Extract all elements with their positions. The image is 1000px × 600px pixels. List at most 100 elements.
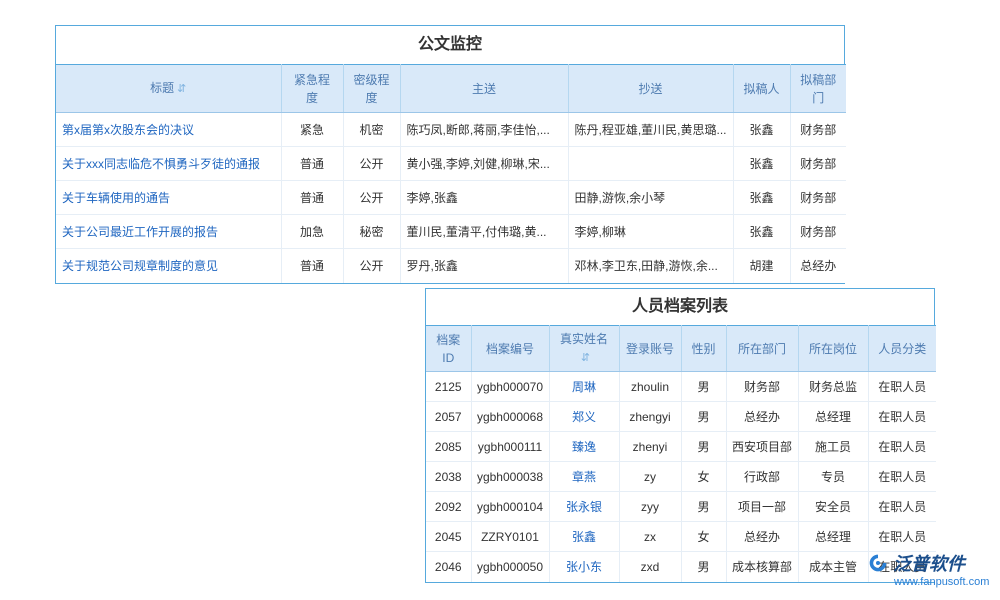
personnel-table-row: 2038 ygbh000038 章燕 zy 女 行政部 专员 在职人员 [426,462,936,492]
personnel-department-cell: 成本核算部 [726,552,798,582]
doc-main-send-cell: 陈巧凤,断郎,蒋丽,李佳怡,... [400,113,568,147]
doc-dept-cell: 财务部 [790,181,846,215]
doc-security-cell: 机密 [343,113,400,147]
personnel-name-link[interactable]: 臻逸 [549,432,619,462]
doc-urgency-cell: 普通 [281,147,343,181]
personnel-id-cell: 2046 [426,552,471,582]
personnel-category-cell: 在职人员 [868,462,936,492]
doc-drafter-cell: 张鑫 [733,113,790,147]
doc-urgency-cell: 普通 [281,249,343,283]
doc-drafter-cell: 张鑫 [733,181,790,215]
personnel-table-row: 2092 ygbh000104 张永银 zyy 男 项目一部 安全员 在职人员 [426,492,936,522]
personnel-table-row: 2057 ygbh000068 郑义 zhengyi 男 总经办 总经理 在职人… [426,402,936,432]
doc-title-link[interactable]: 关于xxx同志临危不惧勇斗歹徒的通报 [56,147,281,181]
personnel-id-cell: 2125 [426,372,471,402]
personnel-account-cell: zy [619,462,681,492]
doc-table: 标题⇵ 紧急程度 密级程度 主送 抄送 拟稿人 拟稿部门 第x届第x次股东会的决… [56,64,846,283]
personnel-table-row: 2046 ygbh000050 张小东 zxd 男 成本核算部 成本主管 在职人… [426,552,936,582]
personnel-category-cell: 在职人员 [868,402,936,432]
personnel-name-link[interactable]: 章燕 [549,462,619,492]
brand-name: 泛普软件 [893,550,965,576]
doc-urgency-cell: 普通 [281,181,343,215]
doc-drafter-cell: 胡建 [733,249,790,283]
doc-monitor-panel: 公文监控 标题⇵ 紧急程度 密级程度 主送 抄送 拟稿人 拟稿部门 [55,25,845,284]
personnel-table: 档案ID 档案编号 真实姓名⇵ 登录账号 性别 所在部门 所在岗位 人员分类 2… [426,325,936,582]
doc-col-security: 密级程度 [343,65,400,113]
doc-col-title[interactable]: 标题⇵ [56,65,281,113]
doc-col-drafter: 拟稿人 [733,65,790,113]
sort-icon[interactable]: ⇵ [177,83,186,95]
personnel-gender-cell: 女 [681,522,726,552]
doc-drafter-cell: 张鑫 [733,215,790,249]
personnel-col-id: 档案ID [426,326,471,372]
doc-security-cell: 公开 [343,249,400,283]
personnel-panel-title: 人员档案列表 [426,289,934,325]
personnel-table-row: 2045 ZZRY0101 张鑫 zx 女 总经办 总经理 在职人员 [426,522,936,552]
doc-title-link[interactable]: 关于规范公司规章制度的意见 [56,249,281,283]
doc-table-row: 关于公司最近工作开展的报告 加急 秘密 董川民,董清平,付伟璐,黄... 李婷,… [56,215,846,249]
personnel-code-cell: ygbh000104 [471,492,549,522]
personnel-name-link[interactable]: 张永银 [549,492,619,522]
doc-table-row: 关于xxx同志临危不惧勇斗歹徒的通报 普通 公开 黄小强,李婷,刘健,柳琳,宋.… [56,147,846,181]
sort-icon[interactable]: ⇵ [581,352,590,364]
doc-dept-cell: 财务部 [790,215,846,249]
personnel-name-link[interactable]: 张小东 [549,552,619,582]
page-canvas: 公文监控 标题⇵ 紧急程度 密级程度 主送 抄送 拟稿人 拟稿部门 [0,0,1000,600]
doc-dept-cell: 总经办 [790,249,846,283]
personnel-department-cell: 行政部 [726,462,798,492]
doc-main-send-cell: 罗丹,张鑫 [400,249,568,283]
personnel-position-cell: 财务总监 [798,372,868,402]
personnel-code-cell: ygbh000070 [471,372,549,402]
personnel-id-cell: 2085 [426,432,471,462]
doc-security-cell: 公开 [343,147,400,181]
doc-drafter-cell: 张鑫 [733,147,790,181]
personnel-position-cell: 总经理 [798,402,868,432]
doc-col-cc: 抄送 [568,65,733,113]
personnel-department-cell: 财务部 [726,372,798,402]
doc-table-row: 关于规范公司规章制度的意见 普通 公开 罗丹,张鑫 邓林,李卫东,田静,游恢,余… [56,249,846,283]
doc-main-send-cell: 董川民,董清平,付伟璐,黄... [400,215,568,249]
personnel-id-cell: 2038 [426,462,471,492]
personnel-code-cell: ygbh000111 [471,432,549,462]
doc-main-send-cell: 李婷,张鑫 [400,181,568,215]
personnel-name-link[interactable]: 郑义 [549,402,619,432]
personnel-category-cell: 在职人员 [868,432,936,462]
personnel-col-code: 档案编号 [471,326,549,372]
personnel-table-row: 2125 ygbh000070 周琳 zhoulin 男 财务部 财务总监 在职… [426,372,936,402]
doc-urgency-cell: 紧急 [281,113,343,147]
personnel-id-cell: 2092 [426,492,471,522]
doc-urgency-cell: 加急 [281,215,343,249]
personnel-col-position: 所在岗位 [798,326,868,372]
doc-cc-cell: 邓林,李卫东,田静,游恢,余... [568,249,733,283]
personnel-gender-cell: 男 [681,402,726,432]
doc-panel-title: 公文监控 [56,26,844,64]
personnel-col-name[interactable]: 真实姓名⇵ [549,326,619,372]
doc-table-row: 关于车辆使用的通告 普通 公开 李婷,张鑫 田静,游恢,余小琴 张鑫 财务部 [56,181,846,215]
personnel-gender-cell: 男 [681,492,726,522]
personnel-col-gender: 性别 [681,326,726,372]
personnel-department-cell: 总经办 [726,522,798,552]
doc-dept-cell: 财务部 [790,147,846,181]
personnel-account-cell: zxd [619,552,681,582]
personnel-account-cell: zyy [619,492,681,522]
personnel-position-cell: 成本主管 [798,552,868,582]
personnel-gender-cell: 男 [681,372,726,402]
personnel-account-cell: zhenyi [619,432,681,462]
personnel-position-cell: 施工员 [798,432,868,462]
personnel-name-link[interactable]: 张鑫 [549,522,619,552]
doc-cc-cell: 李婷,柳琳 [568,215,733,249]
doc-title-link[interactable]: 第x届第x次股东会的决议 [56,113,281,147]
personnel-gender-cell: 女 [681,462,726,492]
doc-title-link[interactable]: 关于车辆使用的通告 [56,181,281,215]
personnel-category-cell: 在职人员 [868,372,936,402]
personnel-header-row: 档案ID 档案编号 真实姓名⇵ 登录账号 性别 所在部门 所在岗位 人员分类 [426,326,936,372]
doc-title-link[interactable]: 关于公司最近工作开展的报告 [56,215,281,249]
personnel-department-cell: 总经办 [726,402,798,432]
doc-dept-cell: 财务部 [790,113,846,147]
doc-cc-cell: 陈丹,程亚雄,董川民,黄思璐... [568,113,733,147]
personnel-position-cell: 总经理 [798,522,868,552]
personnel-code-cell: ZZRY0101 [471,522,549,552]
personnel-department-cell: 项目一部 [726,492,798,522]
personnel-name-link[interactable]: 周琳 [549,372,619,402]
personnel-department-cell: 西安项目部 [726,432,798,462]
